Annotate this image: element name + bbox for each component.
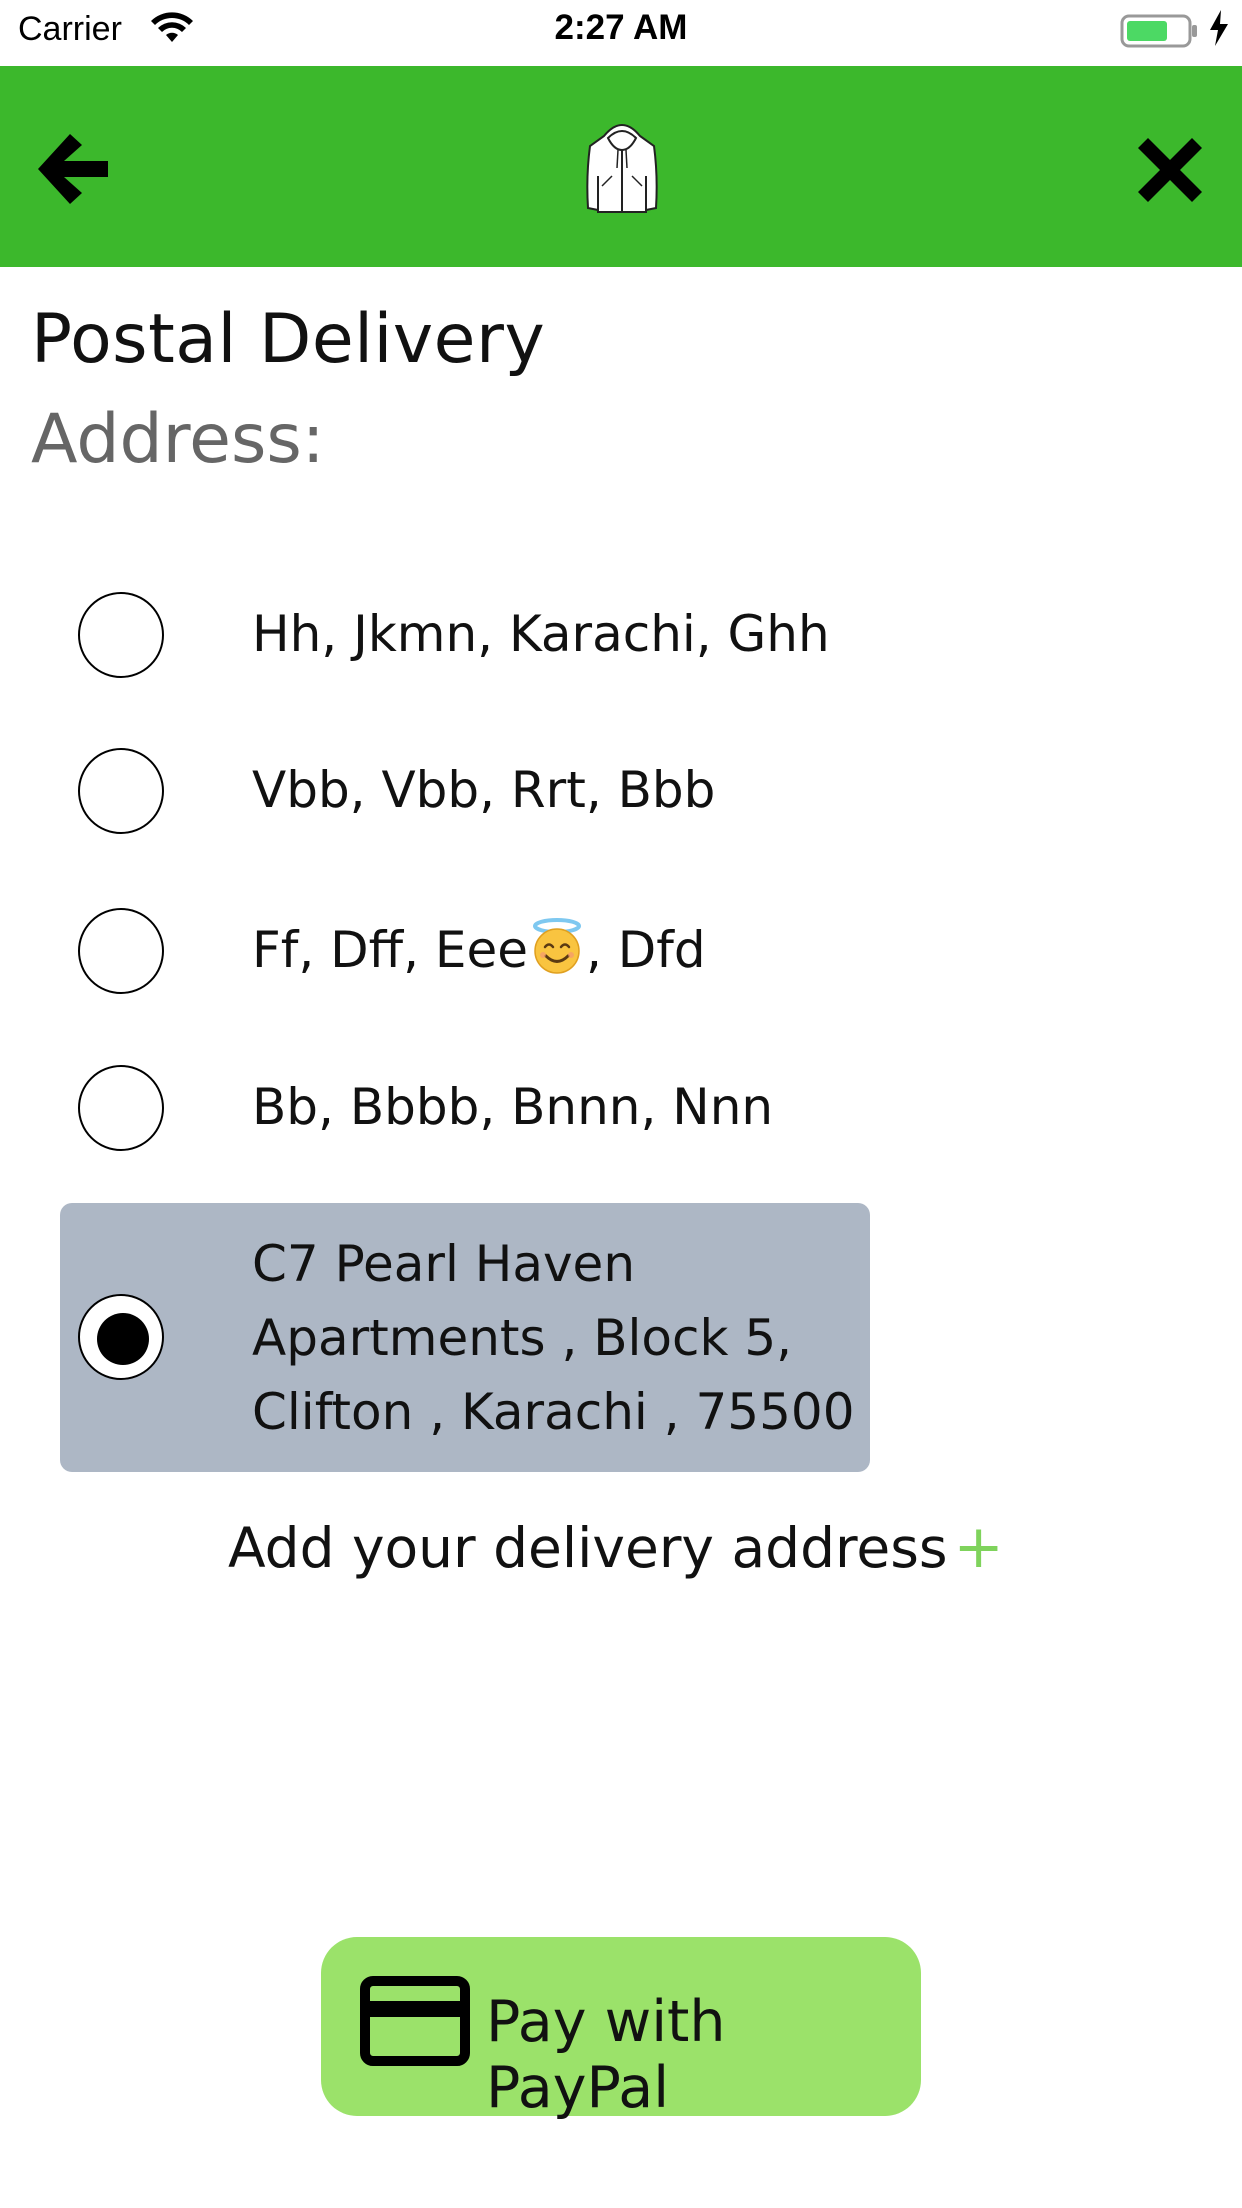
smiling-halo-emoji-icon — [533, 918, 582, 974]
add-address-label: Add your delivery address — [228, 1516, 948, 1580]
nav-bar — [0, 66, 1242, 267]
radio-button-selected[interactable] — [78, 1294, 164, 1380]
hoodie-icon — [586, 124, 658, 213]
charging-icon — [1210, 10, 1228, 46]
address-text-part: , Dfd — [586, 921, 706, 979]
pay-button-label: Pay with PayPal — [486, 1989, 726, 2121]
address-text: Vbb, Vbb, Rrt, Bbb — [252, 761, 716, 819]
address-text: Ff, Dff, Eee , Dfd — [252, 913, 706, 987]
status-time: 2:27 AM — [554, 8, 688, 47]
back-arrow-icon[interactable] — [30, 126, 116, 212]
address-text: Hh, Jkmn, Karachi, Ghh — [252, 605, 830, 663]
address-text: Bb, Bbbb, Bnnn, Nnn — [252, 1078, 774, 1136]
address-option[interactable]: Bb, Bbbb, Bnnn, Nnn — [60, 1063, 870, 1157]
address-option[interactable]: Hh, Jkmn, Karachi, Ghh — [60, 590, 870, 684]
credit-card-icon — [360, 1976, 470, 2066]
close-x-icon[interactable] — [1138, 138, 1202, 202]
page-title: Postal Delivery — [31, 300, 546, 379]
battery-icon — [1120, 14, 1197, 48]
pay-with-paypal-button[interactable]: Pay with PayPal — [321, 1937, 921, 2121]
address-text: C7 Pearl Haven Apartments , Block 5, Cli… — [252, 1235, 855, 1441]
address-option[interactable]: Ff, Dff, Eee , Dfd — [60, 906, 870, 1000]
address-text-part: Ff, Dff, Eee — [252, 921, 529, 979]
address-label: Address: — [31, 400, 325, 479]
address-option[interactable]: Vbb, Vbb, Rrt, Bbb — [60, 746, 870, 840]
radio-button[interactable] — [78, 748, 164, 834]
radio-dot — [97, 1313, 149, 1365]
add-address-button[interactable]: Add your delivery address + — [228, 1512, 1004, 1582]
radio-button[interactable] — [78, 1065, 164, 1151]
radio-button[interactable] — [78, 908, 164, 994]
status-bar: Carrier 2:27 AM — [0, 0, 1242, 66]
address-option-selected[interactable]: C7 Pearl Haven Apartments , Block 5, Cli… — [60, 1203, 870, 1472]
plus-icon: + — [953, 1512, 1004, 1582]
radio-button[interactable] — [78, 592, 164, 678]
